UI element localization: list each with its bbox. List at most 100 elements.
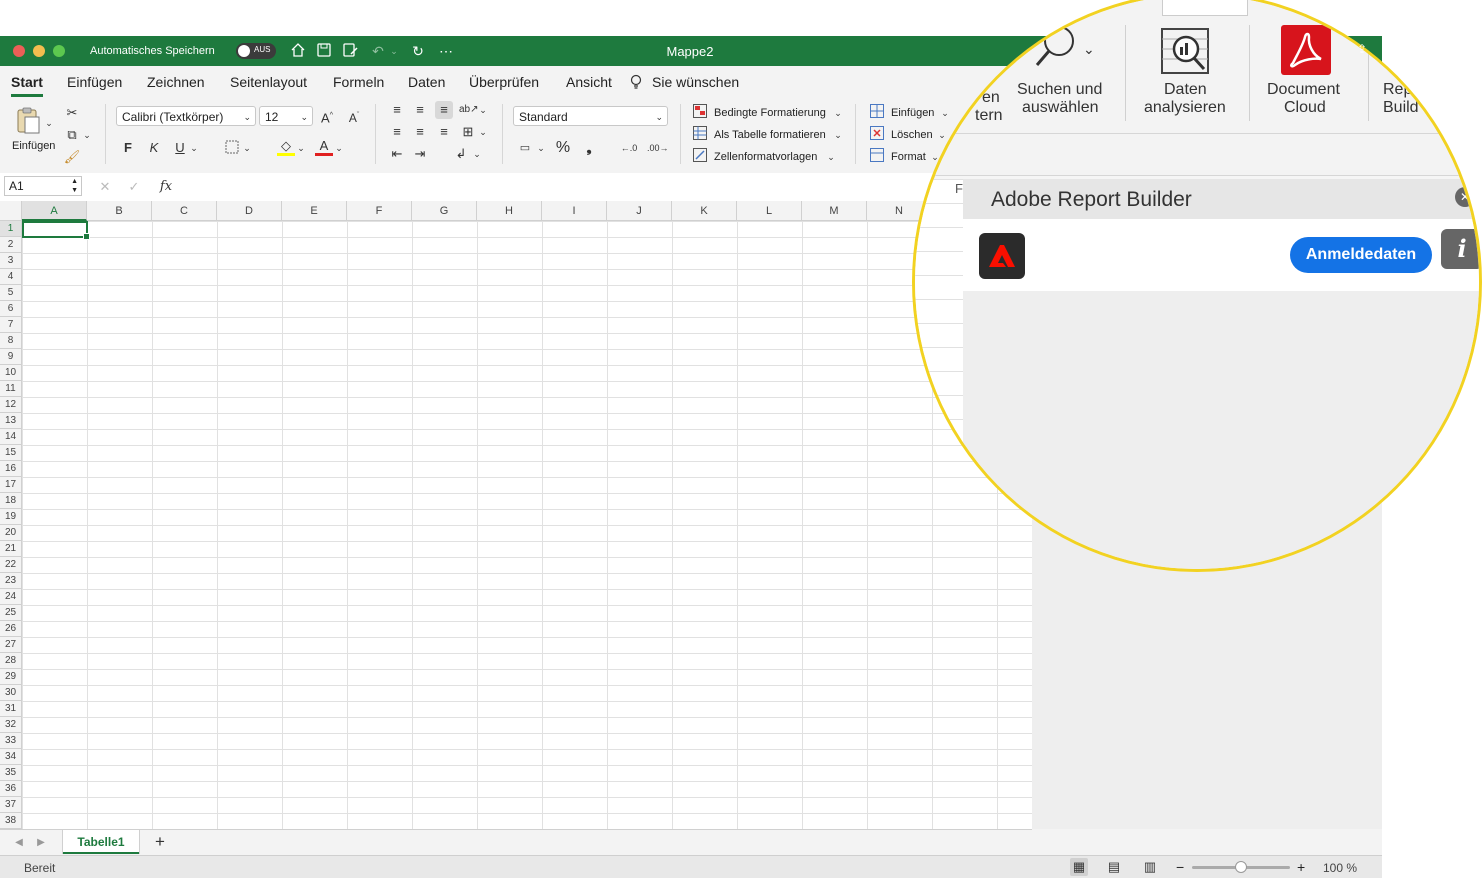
sheet-tab-tabelle1[interactable]: Tabelle1 <box>62 830 140 854</box>
format-cells-icon[interactable] <box>868 147 886 165</box>
report-builder-label-2[interactable]: Build <box>1383 99 1419 117</box>
info-button[interactable]: i <box>1441 229 1479 269</box>
conditional-formatting-button[interactable]: Bedingte Formatierung <box>714 107 826 119</box>
align-left-icon[interactable]: ≡ <box>388 123 406 141</box>
save-as-icon[interactable] <box>341 42 359 60</box>
document-cloud-icon[interactable] <box>1281 25 1331 75</box>
page-layout-view-icon[interactable]: ▤ <box>1105 858 1123 876</box>
fill-color-dropdown-icon[interactable]: ⌄ <box>296 139 306 157</box>
column-header[interactable]: L <box>737 201 802 221</box>
sign-in-button[interactable]: Anmeldedaten <box>1290 237 1432 273</box>
copy-icon[interactable]: ⧉ <box>63 126 81 144</box>
tab-data[interactable]: Daten <box>408 74 445 90</box>
select-all-corner[interactable] <box>0 201 22 221</box>
row-header[interactable]: 13 <box>0 413 22 429</box>
row-header[interactable]: 7 <box>0 317 22 333</box>
column-header[interactable]: I <box>542 201 607 221</box>
column-header[interactable]: J <box>607 201 672 221</box>
tab-draw[interactable]: Zeichnen <box>147 74 205 90</box>
tab-page-layout[interactable]: Seitenlayout <box>230 74 307 90</box>
font-color-dropdown-icon[interactable]: ⌄ <box>334 139 344 157</box>
font-name-select[interactable]: Calibri (Textkörper) ⌄ <box>116 106 256 126</box>
find-select-label-2[interactable]: auswählen <box>1022 99 1099 117</box>
row-header[interactable]: 2 <box>0 237 22 253</box>
tab-insert[interactable]: Einfügen <box>67 74 122 90</box>
wrap-dropdown-icon[interactable]: ⌄ <box>472 145 482 163</box>
column-header[interactable]: E <box>282 201 347 221</box>
find-select-label-1[interactable]: Suchen und <box>1017 81 1102 99</box>
row-header[interactable]: 6 <box>0 301 22 317</box>
row-header[interactable]: 37 <box>0 797 22 813</box>
undo-dropdown-icon[interactable]: ⌄ <box>389 42 399 60</box>
decrease-decimal-icon[interactable]: .00→ <box>647 139 669 157</box>
format-painter-icon[interactable]: 🖌 <box>63 148 81 166</box>
underline-button[interactable]: U <box>171 139 189 157</box>
align-bottom-icon[interactable]: ≡ <box>435 101 453 119</box>
comma-button[interactable]: ❟ <box>580 139 598 157</box>
report-builder-label-1[interactable]: Rep <box>1383 81 1412 99</box>
chevron-down-icon[interactable]: ⌄ <box>1083 41 1095 58</box>
column-header[interactable]: B <box>87 201 152 221</box>
tell-me-search[interactable]: Sie wünschen <box>652 74 739 90</box>
fill-color-icon[interactable]: ◇ <box>277 137 295 156</box>
next-sheet-icon[interactable]: ▶ <box>32 834 50 852</box>
column-header[interactable]: A <box>22 201 87 221</box>
column-header[interactable]: H <box>477 201 542 221</box>
row-header[interactable]: 3 <box>0 253 22 269</box>
active-cell[interactable] <box>22 221 90 240</box>
row-header[interactable]: 14 <box>0 429 22 445</box>
share-icon[interactable]: ⇪ <box>1357 42 1371 56</box>
align-middle-icon[interactable]: ≡ <box>411 101 429 119</box>
name-box-stepper-icon[interactable]: ▲ ▼ <box>71 177 78 195</box>
search-icon[interactable] <box>1035 25 1085 73</box>
tab-start[interactable]: Start <box>11 74 43 97</box>
close-panel-icon[interactable]: ✕ <box>1455 187 1475 207</box>
previous-sheet-icon[interactable]: ◀ <box>10 834 28 852</box>
cancel-entry-icon[interactable]: ✕ <box>96 178 114 196</box>
zoom-level[interactable]: 100 % <box>1323 861 1357 875</box>
row-header[interactable]: 26 <box>0 621 22 637</box>
autosave-toggle[interactable]: AUS <box>236 43 276 59</box>
decrease-font-size-icon[interactable]: Aˇ <box>345 107 363 125</box>
row-header[interactable]: 20 <box>0 525 22 541</box>
close-window-button[interactable] <box>13 45 25 57</box>
page-break-view-icon[interactable]: ▥ <box>1141 858 1159 876</box>
row-header[interactable]: 4 <box>0 269 22 285</box>
wrap-text-icon[interactable]: ↲ <box>452 145 470 163</box>
row-header[interactable]: 32 <box>0 717 22 733</box>
row-header[interactable]: 38 <box>0 813 22 829</box>
italic-button[interactable]: K <box>145 139 163 157</box>
column-header[interactable]: M <box>802 201 867 221</box>
zoom-slider-thumb[interactable] <box>1235 861 1247 873</box>
row-header[interactable]: 25 <box>0 605 22 621</box>
minimize-window-button[interactable] <box>33 45 45 57</box>
redo-icon[interactable]: ↻ <box>409 42 427 60</box>
delete-cells-icon[interactable] <box>868 125 886 143</box>
chevron-down-icon[interactable]: ⌄ <box>825 148 837 166</box>
document-cloud-label-2[interactable]: Cloud <box>1284 99 1326 117</box>
currency-icon[interactable]: ▭ <box>516 139 534 157</box>
cell-styles-button[interactable]: Zellenformatvorlagen <box>714 151 817 163</box>
merge-dropdown-icon[interactable]: ⌄ <box>478 123 488 141</box>
font-color-icon[interactable]: A <box>315 137 333 156</box>
text-orientation-icon[interactable]: ab↗ <box>459 101 479 119</box>
paste-dropdown-icon[interactable]: ⌄ <box>44 114 54 132</box>
row-header[interactable]: 15 <box>0 445 22 461</box>
row-header[interactable]: 22 <box>0 557 22 573</box>
borders-icon[interactable] <box>223 139 241 157</box>
row-header[interactable]: 28 <box>0 653 22 669</box>
document-cloud-label-1[interactable]: Document <box>1267 81 1340 99</box>
row-header[interactable]: 23 <box>0 573 22 589</box>
cell-styles-icon[interactable] <box>691 147 709 165</box>
paste-label[interactable]: Einfügen <box>12 140 55 152</box>
column-header[interactable]: D <box>217 201 282 221</box>
row-header[interactable]: 33 <box>0 733 22 749</box>
undo-icon[interactable]: ↶ <box>369 42 387 60</box>
align-center-icon[interactable]: ≡ <box>411 123 429 141</box>
column-header[interactable]: G <box>412 201 477 221</box>
row-header[interactable]: 34 <box>0 749 22 765</box>
row-header[interactable]: 29 <box>0 669 22 685</box>
row-header[interactable]: 18 <box>0 493 22 509</box>
row-header[interactable]: 12 <box>0 397 22 413</box>
text-orientation-dropdown-icon[interactable]: ⌄ <box>478 101 488 119</box>
